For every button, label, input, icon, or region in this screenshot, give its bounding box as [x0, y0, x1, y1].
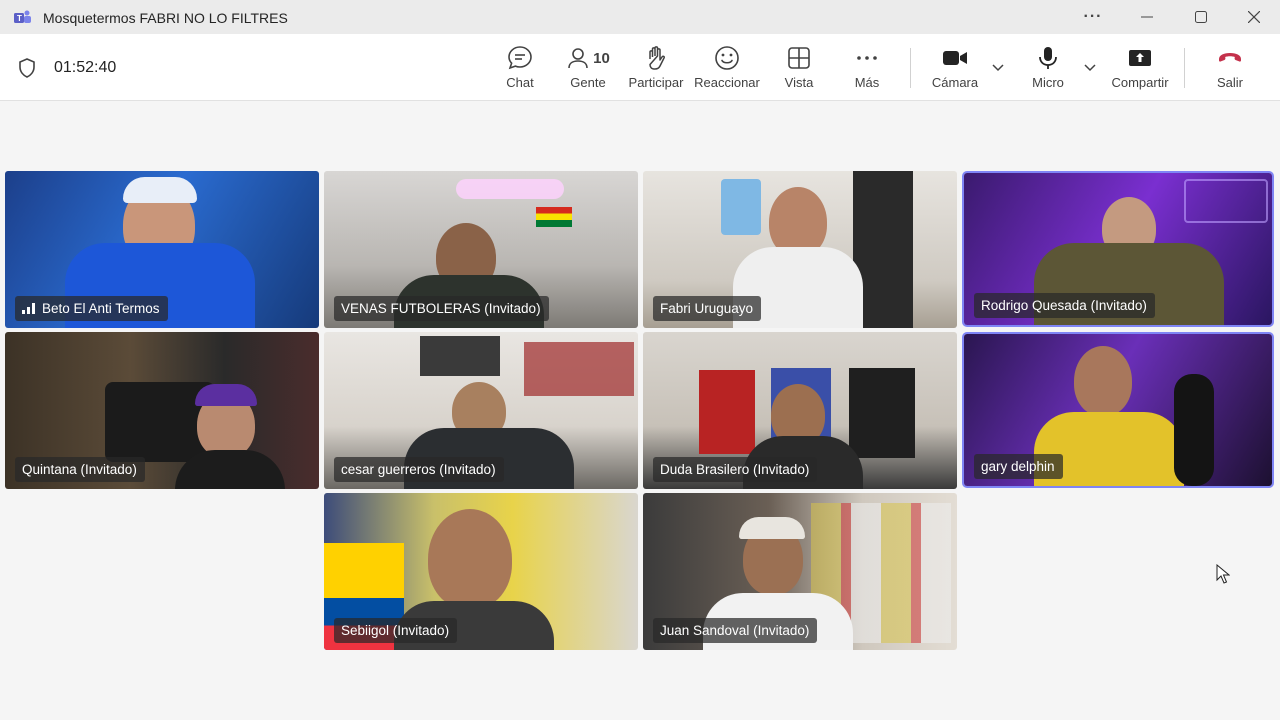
- react-label: Reaccionar: [694, 75, 760, 90]
- toolbar-divider: [910, 48, 911, 88]
- participant-tile[interactable]: VENAS FUTBOLERAS (Invitado): [324, 171, 638, 328]
- people-count: 10: [593, 49, 610, 67]
- participant-name-tag: Sebiigol (Invitado): [334, 618, 458, 643]
- chat-icon: [508, 46, 532, 70]
- participant-tile[interactable]: Beto El Anti Termos: [5, 171, 319, 328]
- view-grid-icon: [788, 47, 810, 69]
- participant-tile[interactable]: cesar guerreros (Invitado): [324, 332, 638, 489]
- toolbar-divider-2: [1184, 48, 1185, 88]
- chat-button[interactable]: Chat: [503, 44, 537, 94]
- teams-icon: T: [14, 10, 31, 23]
- close-icon: [1248, 11, 1260, 23]
- react-button[interactable]: Reaccionar: [694, 44, 760, 94]
- participant-name-tag: cesar guerreros (Invitado): [334, 457, 504, 482]
- share-screen-icon: [1129, 50, 1151, 66]
- mic-label: Micro: [1032, 75, 1064, 90]
- mouse-pointer-icon: [1216, 564, 1230, 584]
- participant-name-tag: Duda Brasilero (Invitado): [653, 457, 818, 482]
- participant-video: [428, 509, 512, 609]
- participant-name: Quintana (Invitado): [22, 462, 137, 477]
- mic-options-chevron-icon[interactable]: [1083, 62, 1097, 72]
- chat-label: Chat: [506, 75, 534, 90]
- share-label: Compartir: [1111, 75, 1169, 90]
- participant-name: Rodrigo Quesada (Invitado): [981, 298, 1147, 313]
- mic-button[interactable]: Micro: [1028, 44, 1068, 94]
- participant-name: gary delphin: [981, 459, 1055, 474]
- people-icon: [568, 48, 588, 69]
- participant-tile[interactable]: Fabri Uruguayo: [643, 171, 957, 328]
- participant-name: Fabri Uruguayo: [660, 301, 754, 316]
- meeting-toolbar: 01:52:40 Chat 10 Gente Participar Reacci…: [0, 34, 1280, 101]
- camera-button[interactable]: Cámara: [930, 44, 980, 94]
- participant-name: Sebiigol (Invitado): [341, 623, 450, 638]
- window-title: Mosquetermos FABRI NO LO FILTRES: [43, 10, 288, 26]
- svg-text:T: T: [17, 14, 22, 23]
- more-icon: [857, 56, 877, 60]
- title-bar: T Mosquetermos FABRI NO LO FILTRES ···: [0, 0, 1280, 34]
- participant-name-tag: gary delphin: [974, 454, 1063, 479]
- participant-name-tag: Fabri Uruguayo: [653, 296, 762, 321]
- camera-label: Cámara: [931, 75, 979, 90]
- participant-name: Beto El Anti Termos: [42, 301, 160, 316]
- emoji-icon: [715, 46, 739, 70]
- minimize-icon: [1141, 16, 1153, 18]
- hang-up-phone-icon: [1219, 53, 1241, 62]
- maximize-icon: [1195, 11, 1207, 23]
- participant-tile[interactable]: Rodrigo Quesada (Invitado): [964, 173, 1272, 325]
- view-button[interactable]: Vista: [782, 44, 816, 94]
- participant-name-tag: Juan Sandoval (Invitado): [653, 618, 818, 643]
- minimize-button[interactable]: [1123, 0, 1171, 34]
- people-label: Gente: [570, 75, 606, 90]
- participant-tile[interactable]: Sebiigol (Invitado): [324, 493, 638, 650]
- raise-hand-label: Participar: [628, 75, 684, 90]
- video-stage: Beto El Anti Termos VENAS FUTBOLERAS (In…: [0, 100, 1280, 720]
- people-button[interactable]: 10 Gente: [564, 44, 612, 94]
- participant-video: [1074, 346, 1132, 416]
- participant-name-tag: Beto El Anti Termos: [15, 296, 168, 321]
- video-camera-icon: [943, 51, 967, 65]
- participant-tile[interactable]: gary delphin: [964, 334, 1272, 486]
- participant-name: Duda Brasilero (Invitado): [660, 462, 810, 477]
- maximize-button[interactable]: [1177, 0, 1225, 34]
- shield-icon[interactable]: [18, 58, 36, 78]
- more-label: Más: [854, 75, 880, 90]
- participant-name-tag: Rodrigo Quesada (Invitado): [974, 293, 1155, 318]
- view-label: Vista: [784, 75, 814, 90]
- leave-button[interactable]: Salir: [1214, 44, 1246, 94]
- close-button[interactable]: [1230, 0, 1278, 34]
- microphone-icon: [1039, 47, 1057, 69]
- participant-tile[interactable]: Duda Brasilero (Invitado): [643, 332, 957, 489]
- window-more-button[interactable]: ···: [1069, 0, 1117, 34]
- camera-options-chevron-icon[interactable]: [991, 62, 1005, 72]
- more-dots-icon: ···: [1083, 8, 1103, 25]
- participant-tile[interactable]: Quintana (Invitado): [5, 332, 319, 489]
- participant-name-tag: Quintana (Invitado): [15, 457, 145, 482]
- more-button[interactable]: Más: [852, 44, 882, 94]
- raise-hand-button[interactable]: Participar: [626, 44, 686, 94]
- participant-name: Juan Sandoval (Invitado): [660, 623, 810, 638]
- participant-name: VENAS FUTBOLERAS (Invitado): [341, 301, 541, 316]
- participant-name: cesar guerreros (Invitado): [341, 462, 496, 477]
- leave-label: Salir: [1216, 75, 1243, 90]
- share-button[interactable]: Compartir: [1110, 44, 1170, 94]
- participant-name-tag: VENAS FUTBOLERAS (Invitado): [334, 296, 549, 321]
- participant-tile[interactable]: Juan Sandoval (Invitado): [643, 493, 957, 650]
- audio-level-icon: [22, 303, 35, 314]
- meeting-timer: 01:52:40: [54, 59, 117, 76]
- raise-hand-icon: [649, 46, 665, 70]
